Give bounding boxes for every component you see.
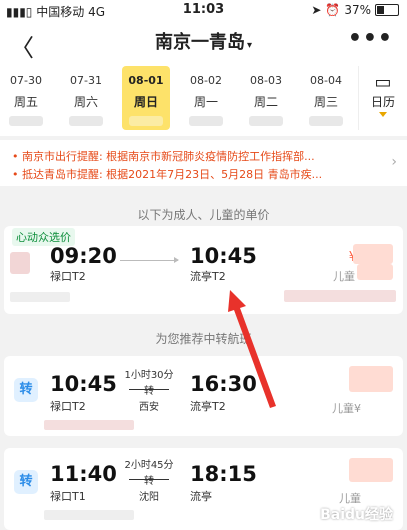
- date-item-0730[interactable]: 07-30 周五: [2, 66, 50, 130]
- price-placeholder: [129, 116, 163, 126]
- transfer-badge: 转: [14, 470, 38, 494]
- status-bar: ▮▮▮▯ 中国移动 4G 11:03 ➤ ⏰ 37%: [0, 0, 407, 20]
- price-placeholder: [309, 116, 343, 126]
- caret-down-icon: [379, 112, 387, 117]
- date-item-0802[interactable]: 08-02 周一: [182, 66, 230, 130]
- transfer-city: 沈阳: [139, 492, 159, 503]
- arrival-time: 18:15: [190, 462, 257, 486]
- arrival-time: 16:30: [190, 372, 257, 396]
- alarm-icon: ⏰: [325, 3, 341, 17]
- date-item-0801[interactable]: 08-01 周日: [122, 66, 170, 130]
- departure-airport: 禄口T2: [50, 400, 86, 413]
- transfer-badge: 转: [14, 378, 38, 402]
- route-arrow: [120, 257, 179, 263]
- price-placeholder: [353, 244, 393, 264]
- transfer-label: 转: [144, 476, 154, 487]
- departure-time: 09:20: [50, 244, 117, 268]
- baidu-watermark: Baidu经验: [320, 507, 393, 523]
- route-title[interactable]: 南京一青岛 ▾: [0, 28, 407, 54]
- price-placeholder: [189, 116, 223, 126]
- calendar-icon: ▭: [374, 72, 392, 93]
- battery-icon: [375, 4, 399, 16]
- date-item-0803[interactable]: 08-03 周二: [242, 66, 290, 130]
- transfer-duration: 2小时45分: [124, 460, 174, 471]
- section-direct-heading: 以下为成人、儿童的单价: [137, 208, 270, 222]
- arrival-airport: 流亭T2: [190, 270, 226, 283]
- arrival-time: 10:45: [190, 244, 257, 268]
- travel-notice[interactable]: • 南京市出行提醒: 根据南京市新冠肺炎疫情防控工作指挥部... • 抵达青岛市…: [0, 140, 407, 186]
- price-placeholder: [249, 116, 283, 126]
- price-placeholder: [9, 116, 43, 126]
- flight-card-direct[interactable]: 心动众选价 09:20 禄口T2 10:45 流亭T2 ¥ 儿童: [4, 226, 403, 314]
- price-placeholder: [69, 116, 103, 126]
- departure-time: 11:40: [50, 462, 117, 486]
- flight-info-placeholder: [10, 292, 70, 302]
- price-placeholder: [349, 366, 393, 392]
- section-transfer-heading: 为您推荐中转航班: [155, 332, 252, 346]
- divider: [358, 66, 359, 130]
- more-button[interactable]: •••: [348, 26, 393, 51]
- location-icon: ➤: [311, 3, 322, 17]
- date-selector: 07-30 周五 07-31 周六 08-01 周日 08-02 周一 08-0…: [0, 62, 407, 136]
- departure-airport: 禄口T2: [50, 270, 86, 283]
- child-price-label: 儿童: [333, 270, 355, 283]
- notice-line-nanjing: • 南京市出行提醒: 根据南京市新冠肺炎疫情防控工作指挥部...: [12, 150, 315, 163]
- transfer-label: 转: [144, 386, 154, 397]
- chevron-down-icon: ▾: [246, 40, 253, 51]
- status-right: ➤ ⏰ 37%: [311, 3, 399, 17]
- notice-line-qingdao: • 抵达青岛市提醒: 根据2021年7月23日、5月28日 青岛市疾...: [12, 168, 323, 181]
- chevron-right-icon: ›: [391, 154, 397, 170]
- child-price-placeholder: [357, 264, 393, 280]
- battery-percent: 37%: [344, 3, 371, 17]
- flight-info-placeholder: [44, 510, 134, 520]
- date-item-0731[interactable]: 07-31 周六: [62, 66, 110, 130]
- child-price-label: 儿童¥: [332, 402, 361, 415]
- price-placeholder: [349, 458, 393, 482]
- arrival-airport: 流亭T2: [190, 400, 226, 413]
- departure-airport: 禄口T1: [50, 490, 86, 503]
- departure-time: 10:45: [50, 372, 117, 396]
- calendar-button[interactable]: ▭ 日历: [365, 72, 401, 117]
- date-item-0804[interactable]: 08-04 周三: [302, 66, 350, 130]
- flight-card-transfer-xian[interactable]: 转 10:45 禄口T2 1小时30分 转 西安 16:30 流亭T2 儿童¥: [4, 356, 403, 436]
- transfer-city: 西安: [139, 402, 159, 413]
- nav-bar: 〈 南京一青岛 ▾ •••: [0, 20, 407, 62]
- airline-logo: [10, 252, 30, 274]
- discount-placeholder: [284, 290, 396, 302]
- transfer-duration: 1小时30分: [124, 370, 174, 381]
- flight-info-placeholder: [44, 420, 134, 430]
- arrival-airport: 流亭: [190, 490, 212, 503]
